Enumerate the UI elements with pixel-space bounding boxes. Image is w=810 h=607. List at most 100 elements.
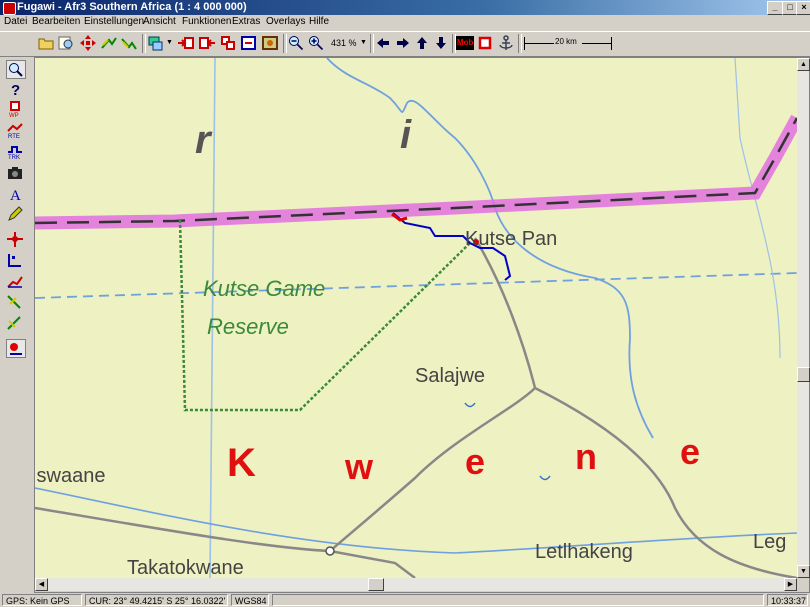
map-label-district-w: w bbox=[345, 446, 374, 487]
map-label-kutse-pan: Kutse Pan bbox=[465, 228, 558, 250]
map-label-salajwe: Salajwe bbox=[415, 365, 486, 387]
map-label-takatokwane: Takatokwane bbox=[127, 557, 244, 578]
minimize-button[interactable]: _ bbox=[767, 1, 783, 15]
toolbar-separator bbox=[518, 34, 522, 53]
gps-status: GPS: Kein GPS bbox=[2, 594, 82, 606]
map-region-letter: r bbox=[195, 118, 211, 162]
scroll-down-arrow-icon[interactable]: ▼ bbox=[797, 565, 810, 578]
map-region-letter: i bbox=[400, 113, 412, 157]
vertical-scroll-thumb[interactable] bbox=[797, 367, 810, 382]
vertical-scrollbar[interactable]: ▲ ▼ bbox=[797, 58, 810, 578]
svg-text:A: A bbox=[10, 188, 21, 202]
text-tool-icon[interactable]: A bbox=[6, 185, 24, 202]
title-bar: Fugawi - Afr3 Southern Africa (1 : 4 000… bbox=[0, 0, 810, 15]
map-graphics bbox=[35, 58, 797, 578]
toolbar-separator bbox=[370, 34, 374, 53]
map-label-leg: Leg bbox=[753, 531, 787, 553]
menu-funktionen[interactable]: Funktionen bbox=[182, 16, 231, 27]
cursor-position: CUR: 23° 49.4215' S 25° 16.0322' E bbox=[85, 594, 228, 606]
route-send-icon[interactable] bbox=[220, 35, 236, 51]
route-edit-icon[interactable] bbox=[6, 273, 24, 290]
pen-tool-icon[interactable] bbox=[6, 205, 24, 222]
menu-hilfe[interactable]: Hilfe bbox=[309, 16, 329, 27]
scale-label: 20 km bbox=[555, 37, 577, 46]
pan-left-icon[interactable] bbox=[375, 35, 391, 51]
map-label-reserve-line1: Kutse Game bbox=[203, 276, 326, 301]
scroll-right-arrow-icon[interactable]: ▶ bbox=[784, 578, 797, 591]
status-bar: GPS: Kein GPS CUR: 23° 49.4215' S 25° 16… bbox=[0, 593, 810, 607]
zoom-tool-icon[interactable] bbox=[6, 60, 26, 79]
menu-einstellungen[interactable]: Einstellungen bbox=[84, 16, 144, 27]
waypoint-tool-icon[interactable]: WP bbox=[6, 101, 24, 118]
close-button[interactable]: × bbox=[796, 1, 810, 15]
map-label-district-e: e bbox=[465, 441, 486, 482]
svg-text:RTE: RTE bbox=[8, 134, 20, 139]
road-grey bbox=[329, 237, 537, 552]
route-highlight bbox=[35, 114, 797, 230]
menu-bar: Datei Bearbeiten Einstellungen Ansicht F… bbox=[0, 15, 810, 30]
route-tool-icon[interactable]: RTE bbox=[6, 122, 24, 139]
find-map-icon[interactable] bbox=[58, 35, 74, 51]
open-folder-icon[interactable] bbox=[38, 35, 54, 51]
menu-ansicht[interactable]: Ansicht bbox=[143, 16, 176, 27]
water-symbol bbox=[539, 475, 551, 481]
waypoint-send-icon[interactable] bbox=[178, 35, 194, 51]
svg-text:TRK: TRK bbox=[8, 155, 20, 160]
toolbar-separator bbox=[142, 34, 146, 53]
horizontal-scroll-thumb[interactable] bbox=[368, 578, 384, 591]
zoom-level[interactable]: 431 % bbox=[331, 38, 357, 48]
menu-bearbeiten[interactable]: Bearbeiten bbox=[32, 16, 80, 27]
app-icon bbox=[3, 2, 16, 15]
svg-text:?: ? bbox=[11, 82, 20, 98]
pan-up-icon[interactable] bbox=[414, 35, 430, 51]
left-toolbar: ? WP RTE TRK A bbox=[0, 57, 33, 579]
zoom-out-icon[interactable] bbox=[288, 35, 304, 51]
route-down-icon[interactable] bbox=[121, 35, 137, 51]
pan-down-icon[interactable] bbox=[433, 35, 449, 51]
main-toolbar: ▼ 431 % ▼ Mob 20 km bbox=[0, 31, 810, 57]
svg-text:WP: WP bbox=[9, 113, 19, 118]
scroll-left-arrow-icon[interactable]: ◀ bbox=[35, 578, 48, 591]
map-label-district-e: e bbox=[680, 431, 701, 472]
camera-icon[interactable] bbox=[6, 164, 24, 181]
river-line-east bbox=[734, 58, 781, 359]
move-arrows-icon[interactable] bbox=[80, 35, 96, 51]
crosshair-tool-icon[interactable] bbox=[6, 231, 24, 248]
scroll-up-arrow-icon[interactable]: ▲ bbox=[797, 58, 810, 71]
position-marker-icon[interactable] bbox=[6, 339, 26, 358]
track-send-icon[interactable] bbox=[241, 35, 257, 51]
menu-datei[interactable]: Datei bbox=[4, 16, 27, 27]
track-edit-icon[interactable] bbox=[6, 252, 24, 269]
menu-extras[interactable]: Extras bbox=[232, 16, 260, 27]
menu-overlays[interactable]: Overlays bbox=[266, 16, 305, 27]
mob-button[interactable]: Mob bbox=[456, 36, 474, 50]
anchor-icon[interactable] bbox=[498, 35, 514, 51]
window-title: Fugawi - Afr3 Southern Africa (1 : 4 000… bbox=[17, 1, 247, 13]
route-extend-icon[interactable] bbox=[6, 315, 24, 332]
waypoint-receive-icon[interactable] bbox=[199, 35, 215, 51]
zoom-in-icon[interactable] bbox=[308, 35, 324, 51]
device-dropdown-arrow-icon[interactable]: ▼ bbox=[166, 39, 173, 46]
device-transfer-icon[interactable] bbox=[148, 35, 164, 51]
mob-label: Mob bbox=[457, 38, 474, 47]
toolbar-separator bbox=[283, 34, 287, 53]
route-up-icon[interactable] bbox=[101, 35, 117, 51]
info-question-icon[interactable]: ? bbox=[6, 81, 24, 98]
scale-bar: 20 km bbox=[524, 37, 612, 50]
map-label-reserve-line2: Reserve bbox=[207, 314, 289, 339]
pan-right-icon[interactable] bbox=[395, 35, 411, 51]
map-label-district-k: K bbox=[227, 441, 256, 485]
zoom-dropdown-arrow-icon[interactable]: ▼ bbox=[360, 39, 367, 46]
town-marker bbox=[325, 546, 335, 556]
route-insert-icon[interactable] bbox=[6, 294, 24, 311]
map-image-icon[interactable] bbox=[262, 35, 278, 51]
horizontal-scrollbar[interactable]: ◀ ▶ bbox=[35, 578, 797, 591]
map-canvas[interactable]: r i Kutse Pan Kutse Game Reserve Salajwe… bbox=[35, 58, 797, 578]
boundary-dashed-line bbox=[35, 272, 797, 299]
status-empty-panel bbox=[272, 594, 764, 606]
datum-indicator: WGS84 bbox=[231, 594, 269, 606]
clock: 10:33:37 bbox=[767, 594, 808, 606]
map-label-swaane: Iswaane bbox=[35, 465, 106, 487]
track-tool-icon[interactable]: TRK bbox=[6, 143, 24, 160]
stop-square-icon[interactable] bbox=[477, 35, 493, 51]
